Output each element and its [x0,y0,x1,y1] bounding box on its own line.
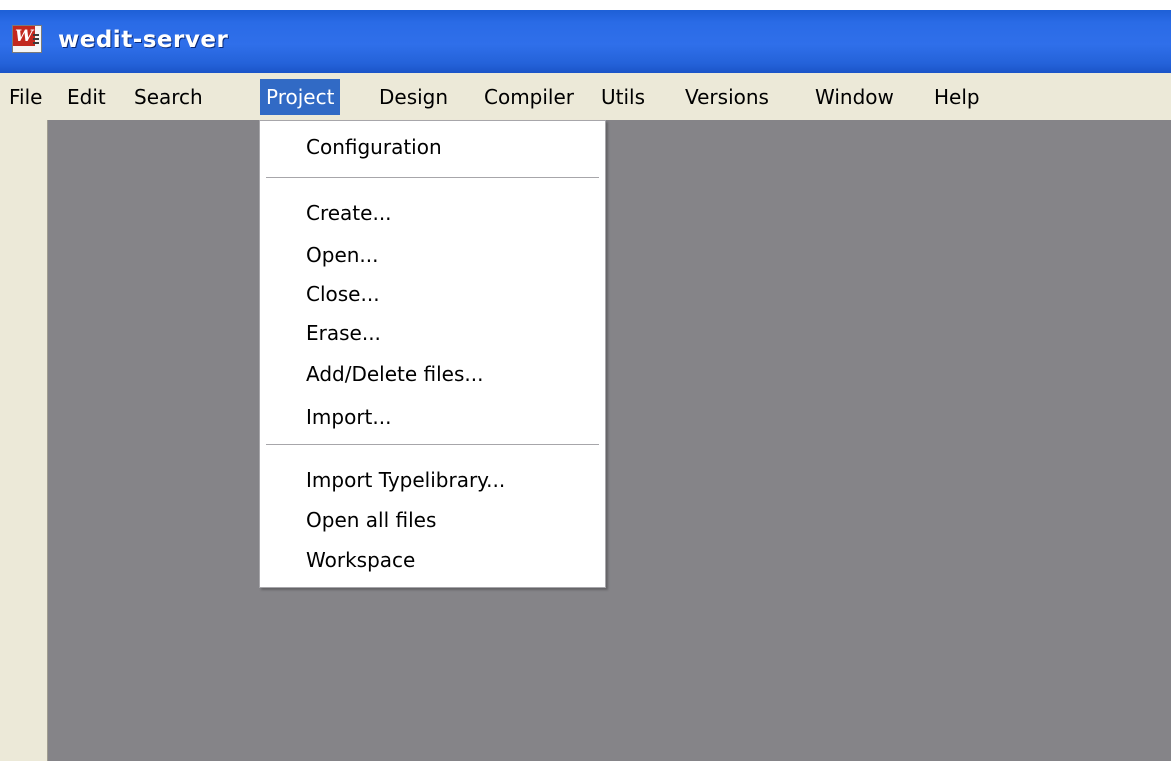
menu-search[interactable]: Search [128,79,209,115]
menu-item-add-delete-files[interactable]: Add/Delete files... [306,357,483,391]
menu-project[interactable]: Project [260,79,341,115]
menu-compiler[interactable]: Compiler [478,79,580,115]
menu-item-configuration[interactable]: Configuration [306,130,442,164]
menu-bar: File Edit Search Project Design Compiler… [0,73,1171,120]
title-bar[interactable]: W wedit-server [0,10,1171,73]
menu-edit[interactable]: Edit [61,79,112,115]
menu-item-open-all-files[interactable]: Open all files [306,503,436,537]
menu-separator [266,177,599,178]
menu-utils[interactable]: Utils [595,79,651,115]
menu-separator [266,444,599,445]
menu-versions[interactable]: Versions [679,79,775,115]
window-title: wedit-server [58,27,229,53]
menu-item-close[interactable]: Close... [306,277,380,311]
menu-item-import-typelibrary[interactable]: Import Typelibrary... [306,463,505,497]
wedit-app-icon[interactable]: W [12,25,42,53]
menu-item-create[interactable]: Create... [306,196,392,230]
menu-item-workspace[interactable]: Workspace [306,543,415,577]
app-window: W wedit-server File Edit Search Project … [0,0,1171,761]
top-margin [0,0,1171,10]
mdi-workspace [48,120,1171,761]
app-icon-lines [33,34,39,36]
menu-item-open[interactable]: Open... [306,238,379,272]
menu-file[interactable]: File [3,79,48,115]
project-dropdown-menu: Configuration Create... Open... Close...… [259,120,606,588]
menu-item-erase[interactable]: Erase... [306,316,381,350]
menu-item-import[interactable]: Import... [306,400,391,434]
menu-design[interactable]: Design [373,79,454,115]
menu-window[interactable]: Window [809,79,900,115]
left-dock-strip [0,120,48,761]
app-icon-letter: W [13,26,35,46]
menu-help[interactable]: Help [928,79,986,115]
